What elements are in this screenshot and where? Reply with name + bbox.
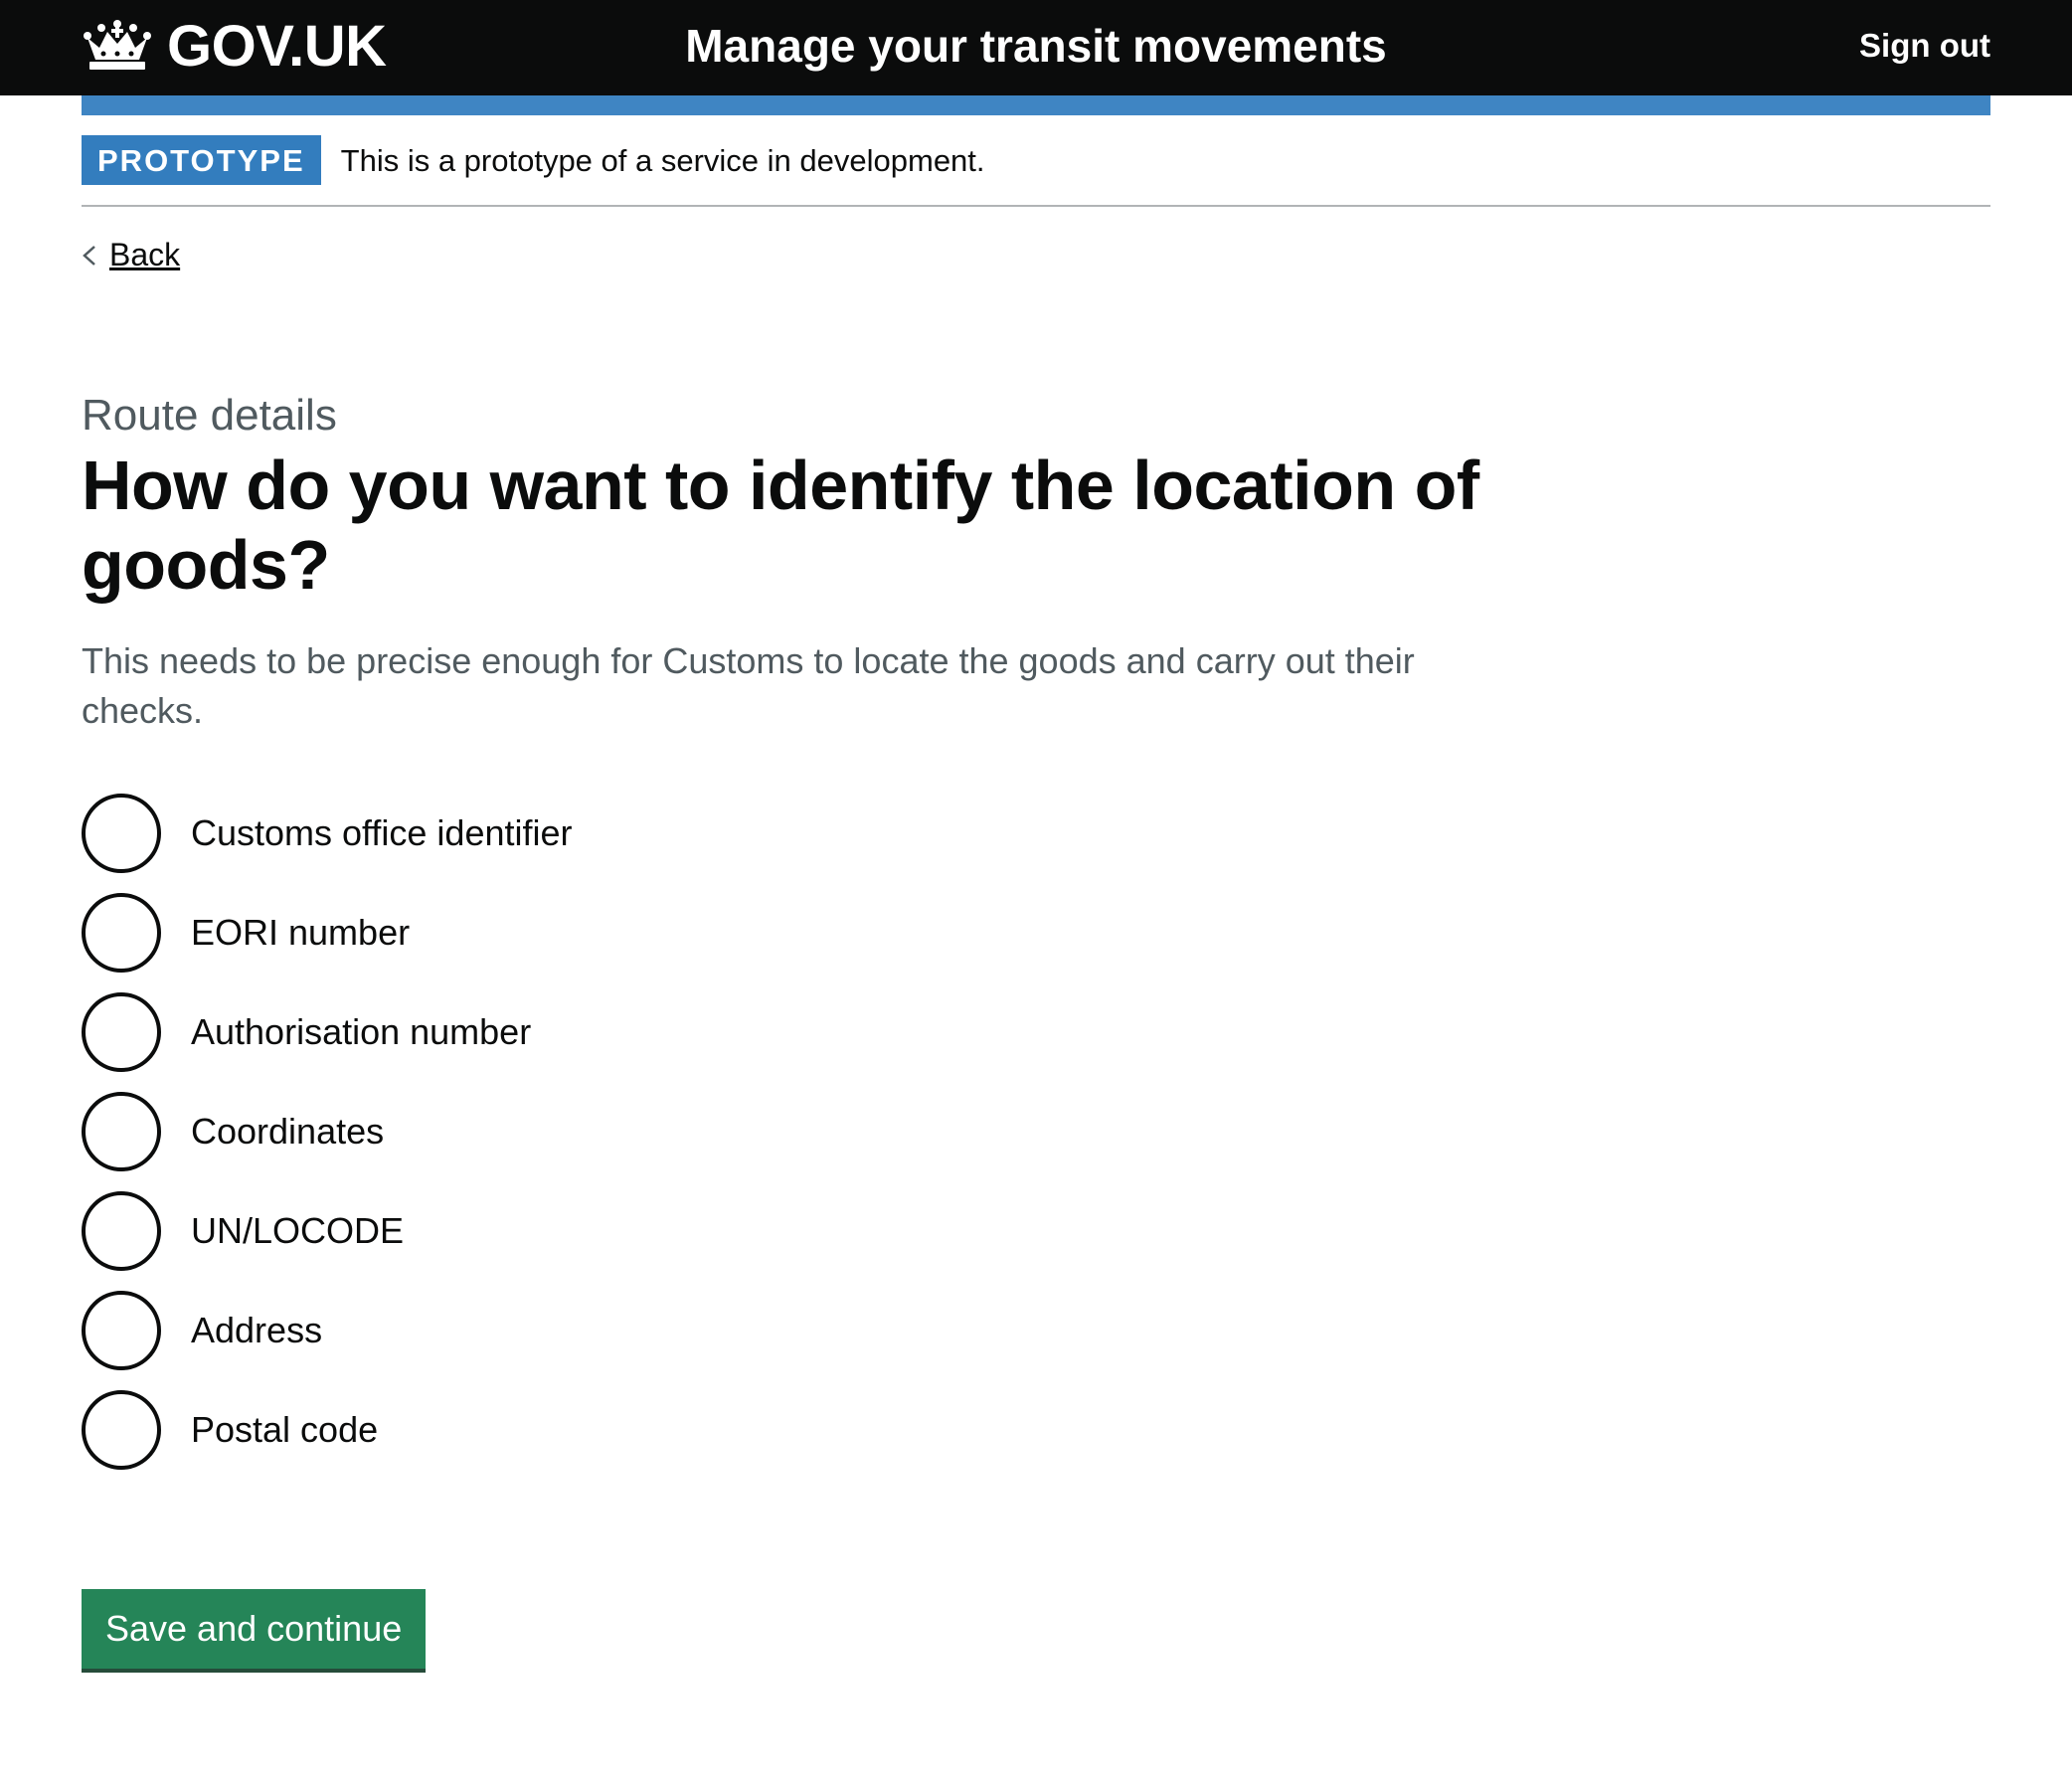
radio-option-coordinates[interactable]: Coordinates	[82, 1092, 573, 1171]
header-blue-bar	[82, 95, 1990, 115]
back-link[interactable]: Back	[82, 237, 180, 273]
radio-label[interactable]: Coordinates	[191, 1108, 384, 1156]
radio-label[interactable]: Authorisation number	[191, 1008, 531, 1056]
radio-option-customs-office[interactable]: Customs office identifier	[82, 794, 573, 873]
radio-label[interactable]: Address	[191, 1307, 322, 1354]
radio-label[interactable]: EORI number	[191, 909, 410, 957]
radio-button[interactable]	[82, 1191, 161, 1271]
page-caption: Route details	[82, 391, 337, 440]
radio-option-eori[interactable]: EORI number	[82, 893, 573, 973]
service-name-container: Manage your transit movements	[0, 14, 2072, 78]
phase-banner: PROTOTYPE This is a prototype of a servi…	[82, 135, 1990, 207]
phase-banner-text: This is a prototype of a service in deve…	[340, 143, 985, 178]
question-hint: This needs to be precise enough for Cust…	[82, 640, 1415, 731]
site-header: GOV.UK Manage your transit movements Sig…	[0, 0, 2072, 95]
radio-label[interactable]: Customs office identifier	[191, 809, 573, 857]
radio-button[interactable]	[82, 1291, 161, 1370]
radio-option-postal-code[interactable]: Postal code	[82, 1390, 573, 1470]
service-name-link[interactable]: Manage your transit movements	[685, 20, 1387, 72]
sign-out-link[interactable]: Sign out	[1859, 22, 1990, 70]
radio-button[interactable]	[82, 1390, 161, 1470]
radio-option-address[interactable]: Address	[82, 1291, 573, 1370]
back-link-label: Back	[109, 237, 181, 272]
radio-label[interactable]: UN/LOCODE	[191, 1207, 404, 1255]
radio-button[interactable]	[82, 1092, 161, 1171]
location-type-radios: Customs office identifier EORI number Au…	[82, 794, 573, 1490]
radio-option-unlocode[interactable]: UN/LOCODE	[82, 1191, 573, 1271]
radio-label[interactable]: Postal code	[191, 1406, 378, 1454]
radio-button[interactable]	[82, 893, 161, 973]
phase-tag: PROTOTYPE	[82, 135, 321, 185]
chevron-left-icon	[83, 245, 95, 266]
page-title: How do you want to identify the location…	[82, 446, 1479, 604]
save-and-continue-button[interactable]: Save and continue	[82, 1589, 427, 1669]
radio-button[interactable]	[82, 794, 161, 873]
radio-option-authorisation[interactable]: Authorisation number	[82, 992, 573, 1072]
radio-button[interactable]	[82, 992, 161, 1072]
